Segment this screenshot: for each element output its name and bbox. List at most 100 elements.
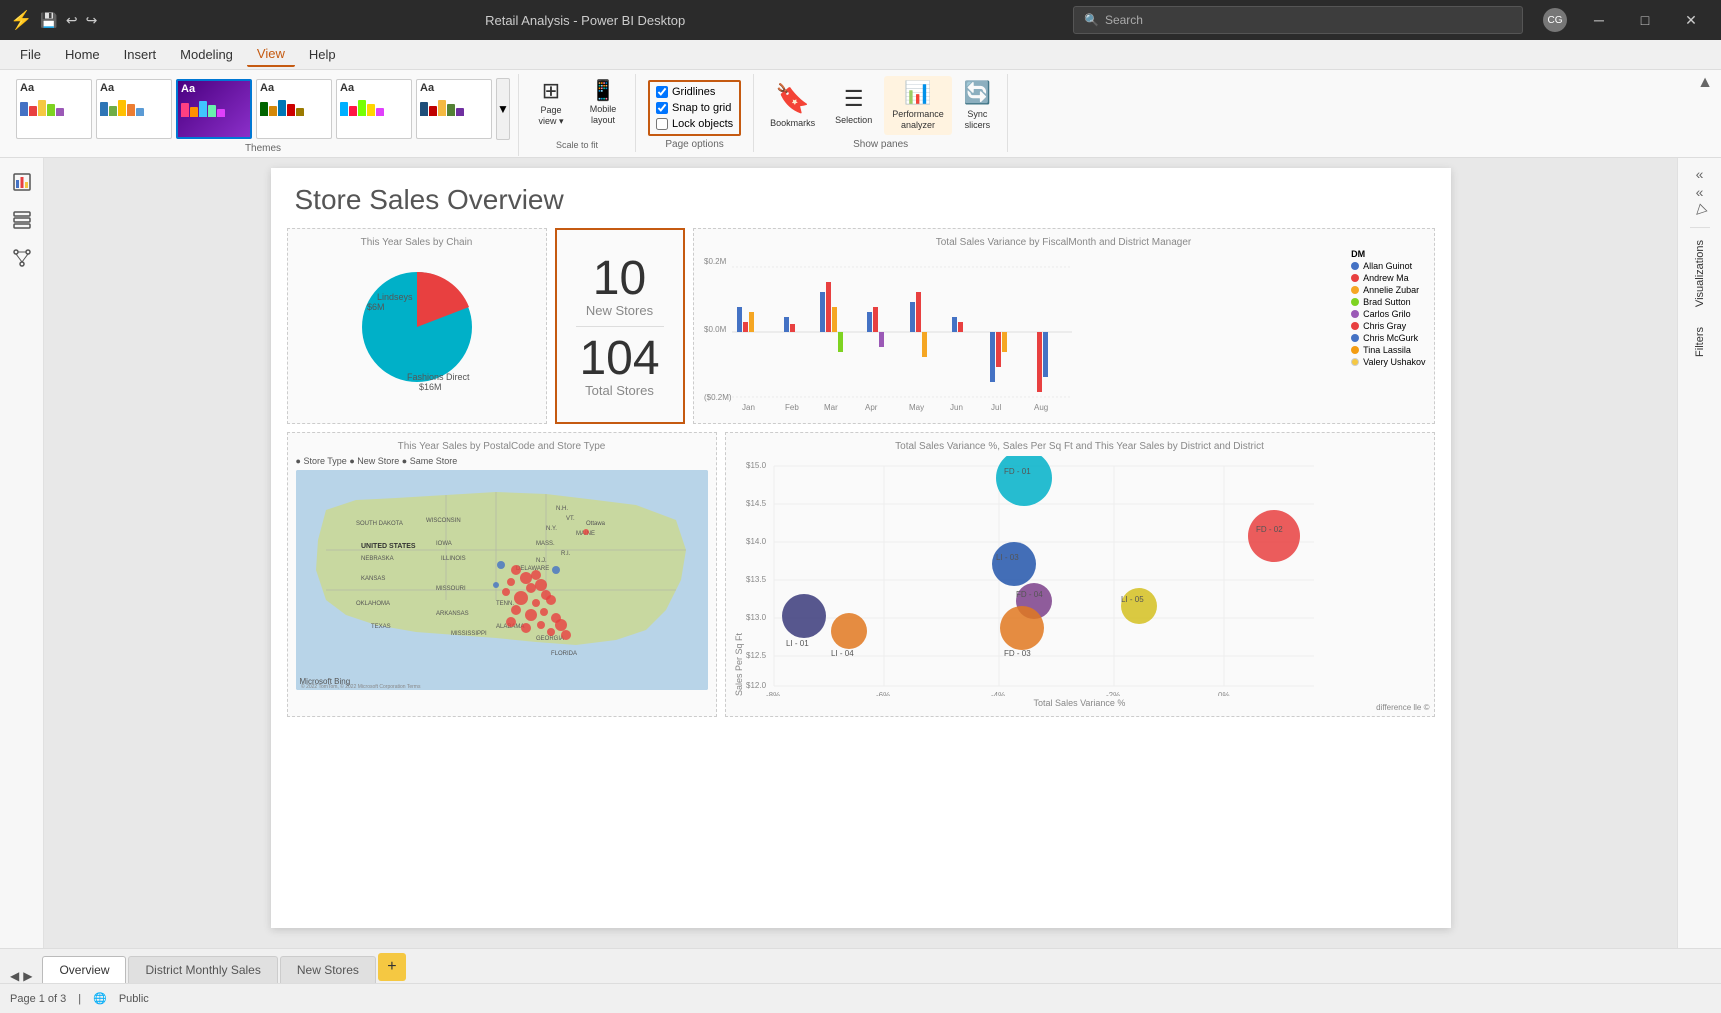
themes-scroll[interactable]: ▼ bbox=[496, 78, 510, 140]
lock-objects-checkbox[interactable] bbox=[656, 118, 668, 130]
total-stores-value: 104 bbox=[579, 335, 659, 383]
theme-default[interactable]: Aa bbox=[16, 79, 92, 139]
svg-text:$14.5: $14.5 bbox=[746, 499, 767, 508]
map-title: This Year Sales by PostalCode and Store … bbox=[296, 441, 708, 452]
legend-chris-mcgurk: Chris McGurk bbox=[1351, 333, 1425, 343]
tab-overview[interactable]: Overview bbox=[42, 956, 126, 983]
mobile-layout-icon: 📱 bbox=[591, 81, 616, 101]
menu-home[interactable]: Home bbox=[55, 43, 110, 66]
theme-city-park[interactable]: Aa bbox=[96, 79, 172, 139]
bubble-chart-box[interactable]: Total Sales Variance %, Sales Per Sq Ft … bbox=[725, 432, 1435, 717]
svg-text:R.I.: R.I. bbox=[561, 551, 571, 557]
left-sidebar bbox=[0, 158, 44, 948]
gridlines-label: Gridlines bbox=[672, 86, 715, 98]
quick-access-undo[interactable]: ↩ bbox=[66, 12, 78, 29]
performance-analyzer-icon: 📊 bbox=[904, 80, 931, 106]
gridlines-checkbox-label[interactable]: Gridlines bbox=[656, 86, 733, 98]
map-box[interactable]: This Year Sales by PostalCode and Store … bbox=[287, 432, 717, 717]
svg-text:FD - 04: FD - 04 bbox=[1016, 590, 1043, 599]
menu-insert[interactable]: Insert bbox=[114, 43, 167, 66]
bookmarks-button[interactable]: 🔖 Bookmarks bbox=[762, 78, 823, 132]
maximize-button[interactable]: □ bbox=[1625, 0, 1665, 40]
lock-objects-checkbox-label[interactable]: Lock objects bbox=[656, 118, 733, 130]
theme-executive[interactable]: Aa bbox=[416, 79, 492, 139]
mobile-layout-label: Mobilelayout bbox=[590, 104, 617, 126]
sync-slicers-button[interactable]: 🔄 Syncslicers bbox=[956, 76, 999, 135]
page-next-button[interactable]: ▶ bbox=[23, 969, 32, 983]
tab-district-monthly-sales[interactable]: District Monthly Sales bbox=[128, 956, 277, 983]
report-page: Store Sales Overview This Year Sales by … bbox=[271, 168, 1451, 928]
page-prev-button[interactable]: ◀ bbox=[10, 969, 19, 983]
selection-label: Selection bbox=[835, 115, 872, 125]
sidebar-report-icon[interactable] bbox=[6, 166, 38, 198]
filters-panel-label[interactable]: Filters bbox=[1690, 319, 1710, 365]
bar-chart-box[interactable]: Total Sales Variance by FiscalMonth and … bbox=[693, 228, 1435, 424]
show-panes-label: Show panes bbox=[754, 139, 1007, 150]
page-options-label: Page options bbox=[636, 139, 753, 150]
title-bar-center: Retail Analysis - Power BI Desktop bbox=[485, 13, 685, 28]
legend-annelie: Annelie Zubar bbox=[1351, 285, 1425, 295]
kpi-box[interactable]: 10 New Stores 104 Total Stores bbox=[555, 228, 685, 424]
ribbon-scroll-right[interactable]: ▲ bbox=[1697, 74, 1713, 92]
gridlines-checkbox[interactable] bbox=[656, 86, 668, 98]
svg-text:SOUTH DAKOTA: SOUTH DAKOTA bbox=[356, 521, 403, 527]
svg-text:$12.5: $12.5 bbox=[746, 651, 767, 660]
svg-text:ARKANSAS: ARKANSAS bbox=[436, 611, 469, 617]
sidebar-data-icon[interactable] bbox=[6, 204, 38, 236]
svg-text:Jul: Jul bbox=[991, 403, 1001, 412]
snap-to-grid-checkbox-label[interactable]: Snap to grid bbox=[656, 102, 733, 114]
legend-chris-gray: Chris Gray bbox=[1351, 321, 1425, 331]
pie-chart-box[interactable]: This Year Sales by Chain Lindseys $6M Fa… bbox=[287, 228, 547, 424]
mobile-layout-button[interactable]: 📱 Mobilelayout bbox=[579, 77, 627, 130]
menu-modeling[interactable]: Modeling bbox=[170, 43, 243, 66]
scale-to-fit-label: Scale to fit bbox=[519, 140, 635, 150]
svg-text:FD - 03: FD - 03 bbox=[1004, 649, 1031, 658]
page-info: Page 1 of 3 bbox=[10, 993, 66, 1005]
menu-help[interactable]: Help bbox=[299, 43, 346, 66]
selection-icon: ☰ bbox=[844, 86, 864, 112]
svg-text:Feb: Feb bbox=[785, 403, 799, 412]
canvas-area[interactable]: Store Sales Overview This Year Sales by … bbox=[44, 158, 1677, 948]
title-bar: ⚡ 💾 ↩ ↪ Retail Analysis - Power BI Deskt… bbox=[0, 0, 1721, 40]
page-view-label: Pageview ▾ bbox=[538, 105, 563, 127]
theme-classroom[interactable]: Aa bbox=[176, 79, 252, 139]
map-new-store: New Store bbox=[357, 456, 399, 466]
sidebar-model-icon[interactable] bbox=[6, 242, 38, 274]
theme-electric[interactable]: Aa bbox=[336, 79, 412, 139]
search-box[interactable]: 🔍 Search bbox=[1073, 6, 1523, 34]
snap-to-grid-label: Snap to grid bbox=[672, 102, 731, 114]
window-controls: ─ □ ✕ bbox=[1579, 0, 1711, 40]
lock-objects-label: Lock objects bbox=[672, 118, 733, 130]
close-button[interactable]: ✕ bbox=[1671, 0, 1711, 40]
theme-colorblind[interactable]: Aa bbox=[256, 79, 332, 139]
collapse-diagonal-icon[interactable]: ◁ bbox=[1690, 201, 1710, 221]
svg-text:Lindseys: Lindseys bbox=[377, 292, 413, 302]
page-view-button[interactable]: ⊞ Pageview ▾ bbox=[527, 76, 575, 131]
sync-slicers-label: Syncslicers bbox=[965, 109, 991, 131]
legend-carlos: Carlos Grilo bbox=[1351, 309, 1425, 319]
main-layout: Store Sales Overview This Year Sales by … bbox=[0, 158, 1721, 948]
quick-access-save[interactable]: 💾 bbox=[40, 12, 57, 29]
collapse-left-icon2[interactable]: « bbox=[1696, 184, 1704, 200]
svg-text:NEBRASKA: NEBRASKA bbox=[361, 556, 394, 562]
bubble-chart-title: Total Sales Variance %, Sales Per Sq Ft … bbox=[734, 441, 1426, 452]
svg-text:LI - 03: LI - 03 bbox=[996, 553, 1019, 562]
add-page-button[interactable]: + bbox=[378, 953, 406, 981]
menu-view[interactable]: View bbox=[247, 42, 295, 67]
snap-to-grid-checkbox[interactable] bbox=[656, 102, 668, 114]
svg-text:$16M: $16M bbox=[419, 382, 442, 392]
menu-file[interactable]: File bbox=[10, 43, 51, 66]
svg-text:FD - 02: FD - 02 bbox=[1256, 525, 1283, 534]
selection-button[interactable]: ☰ Selection bbox=[827, 82, 880, 129]
app-icon: ⚡ bbox=[10, 10, 32, 31]
performance-analyzer-button[interactable]: 📊 Performanceanalyzer bbox=[884, 76, 952, 135]
ribbon-view-group: ⊞ Pageview ▾ 📱 Mobilelayout Scale to fit bbox=[519, 74, 636, 152]
visualizations-panel-label[interactable]: Visualizations bbox=[1690, 227, 1710, 315]
minimize-button[interactable]: ─ bbox=[1579, 0, 1619, 40]
tab-new-stores[interactable]: New Stores bbox=[280, 956, 376, 983]
bubble-x-axis-label: Total Sales Variance % bbox=[734, 698, 1426, 708]
svg-text:0%: 0% bbox=[1218, 691, 1230, 696]
quick-access-redo[interactable]: ↪ bbox=[86, 12, 98, 29]
collapse-left-icon[interactable]: « bbox=[1696, 166, 1704, 182]
page-tabs: ◀ ▶ Overview District Monthly Sales New … bbox=[0, 948, 1721, 983]
